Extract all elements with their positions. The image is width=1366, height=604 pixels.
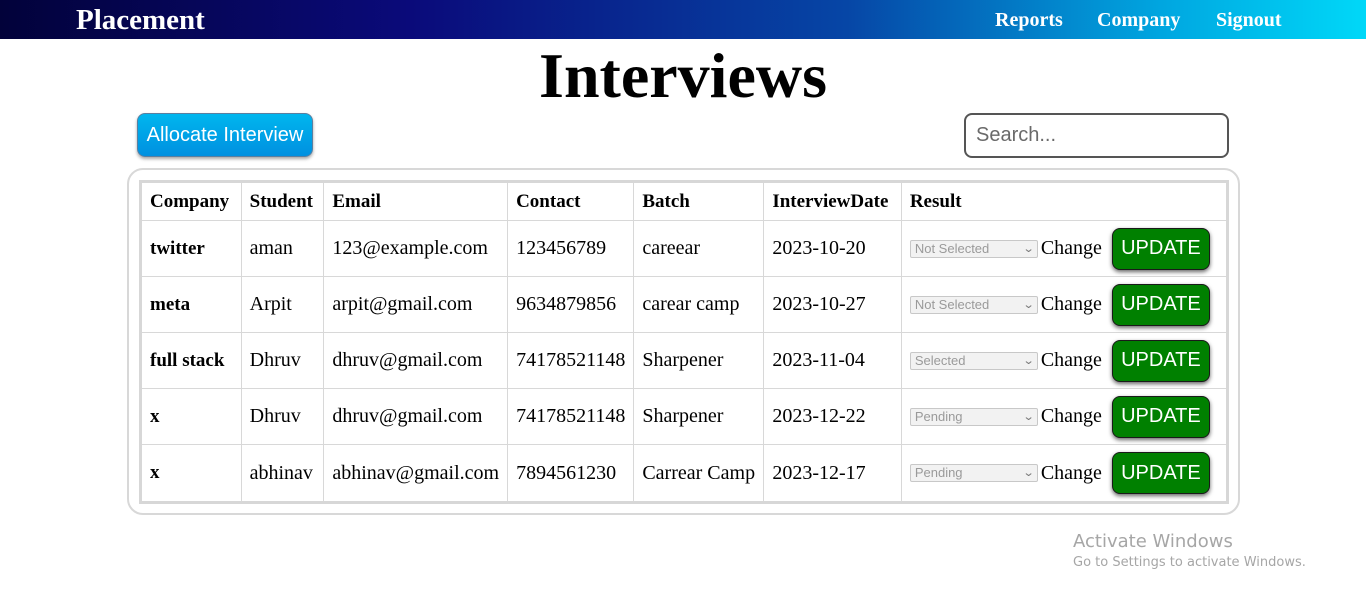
cell-interview-date: 2023-12-22 — [764, 389, 902, 445]
cell-batch: Sharpener — [634, 389, 765, 445]
cell-contact: 9634879856 — [508, 277, 635, 333]
cell-batch: careear — [634, 221, 765, 277]
cell-contact: 123456789 — [508, 221, 635, 277]
watermark-subtitle: Go to Settings to activate Windows. — [1073, 555, 1306, 570]
cell-batch: carear camp — [634, 277, 765, 333]
activate-windows-watermark: Activate Windows Go to Settings to activ… — [1073, 531, 1306, 573]
change-label: Change — [1040, 405, 1102, 427]
update-button[interactable]: UPDATE — [1111, 452, 1210, 494]
result-select-value: Pending — [914, 408, 963, 424]
cell-company: x — [142, 445, 242, 501]
cell-company: x — [142, 389, 242, 445]
cell-interview-date: 2023-10-20 — [764, 221, 902, 277]
cell-student: abhinav — [242, 445, 325, 501]
column-header-contact: Contact — [508, 183, 635, 221]
cell-email: dhruv@gmail.com — [324, 333, 509, 389]
search-input[interactable] — [964, 113, 1229, 158]
result-select[interactable]: Pending ⌄ — [909, 407, 1038, 426]
cell-contact: 74178521148 — [508, 389, 635, 445]
cell-company: twitter — [142, 221, 242, 277]
update-button[interactable]: UPDATE — [1111, 395, 1210, 438]
cell-result: Not Selected ⌄ Change UPDATE — [901, 221, 1226, 277]
watermark-title: Activate Windows — [1073, 531, 1233, 552]
update-button[interactable]: UPDATE — [1111, 339, 1210, 382]
table-row: x abhinav abhinav@gmail.com 7894561230 C… — [142, 445, 1226, 501]
result-select[interactable]: Not Selected ⌄ — [909, 295, 1038, 314]
cell-email: abhinav@gmail.com — [324, 445, 509, 501]
brand-logo-text[interactable]: Placement — [76, 3, 205, 37]
cell-result: Pending ⌄ Change UPDATE — [901, 389, 1226, 445]
cell-result: Pending ⌄ Change UPDATE — [902, 445, 1226, 501]
cell-interview-date: 2023-11-04 — [764, 333, 902, 389]
chevron-down-icon: ⌄ — [1022, 242, 1035, 255]
cell-student: aman — [241, 221, 325, 277]
cell-company: full stack — [142, 333, 242, 389]
table-row: full stack Dhruv dhruv@gmail.com 7417852… — [142, 333, 1226, 389]
update-button[interactable]: UPDATE — [1111, 227, 1210, 270]
cell-result: Not Selected ⌄ Change UPDATE — [901, 277, 1226, 333]
cell-company: meta — [142, 277, 242, 333]
chevron-down-icon: ⌄ — [1022, 467, 1035, 479]
column-header-company: Company — [142, 183, 242, 221]
table-header-row: Company Student Email Contact Batch Inte… — [142, 183, 1226, 221]
table-row: x Dhruv dhruv@gmail.com 74178521148 Shar… — [142, 389, 1226, 445]
cell-contact: 74178521148 — [508, 333, 635, 389]
column-header-student: Student — [241, 183, 325, 221]
chevron-down-icon: ⌄ — [1022, 298, 1035, 311]
column-header-email: Email — [324, 183, 509, 221]
nav-link-company[interactable]: Company — [1097, 8, 1180, 32]
cell-email: arpit@gmail.com — [324, 277, 509, 333]
cell-email: dhruv@gmail.com — [324, 389, 509, 445]
result-select-value: Not Selected — [914, 296, 990, 312]
top-navbar: Placement Reports Company Signout — [0, 0, 1366, 39]
cell-batch: Carrear Camp — [634, 445, 765, 501]
change-label: Change — [1040, 293, 1102, 315]
table-row: meta Arpit arpit@gmail.com 9634879856 ca… — [142, 277, 1226, 333]
result-select-value: Not Selected — [914, 240, 990, 256]
table-row: twitter aman 123@example.com 123456789 c… — [142, 221, 1226, 277]
interviews-table: Company Student Email Contact Batch Inte… — [139, 180, 1229, 504]
change-label: Change — [1040, 237, 1102, 259]
result-select-value: Selected — [914, 352, 966, 368]
allocate-interview-button[interactable]: Allocate Interview — [137, 113, 313, 157]
cell-student: Dhruv — [241, 333, 325, 389]
cell-email: 123@example.com — [324, 221, 509, 277]
column-header-interview-date: InterviewDate — [764, 183, 902, 221]
result-select[interactable]: Pending ⌄ — [909, 464, 1038, 482]
change-label: Change — [1040, 349, 1102, 371]
cell-interview-date: 2023-10-27 — [764, 277, 902, 333]
change-label: Change — [1040, 461, 1102, 484]
cell-student: Dhruv — [241, 389, 325, 445]
chevron-down-icon: ⌄ — [1022, 354, 1035, 367]
column-header-result: Result — [901, 183, 1226, 221]
cell-interview-date: 2023-12-17 — [764, 445, 902, 501]
nav-link-signout[interactable]: Signout — [1216, 8, 1282, 32]
nav-link-reports[interactable]: Reports — [995, 8, 1063, 32]
cell-batch: Sharpener — [634, 333, 765, 389]
result-select-value: Pending — [914, 465, 963, 480]
column-header-batch: Batch — [634, 183, 765, 221]
update-button[interactable]: UPDATE — [1111, 283, 1210, 326]
page-title: Interviews — [539, 40, 827, 111]
cell-student: Arpit — [241, 277, 325, 333]
result-select[interactable]: Selected ⌄ — [909, 351, 1038, 370]
cell-contact: 7894561230 — [508, 445, 635, 501]
chevron-down-icon: ⌄ — [1022, 410, 1035, 423]
cell-result: Selected ⌄ Change UPDATE — [901, 333, 1226, 389]
result-select[interactable]: Not Selected ⌄ — [909, 239, 1038, 258]
